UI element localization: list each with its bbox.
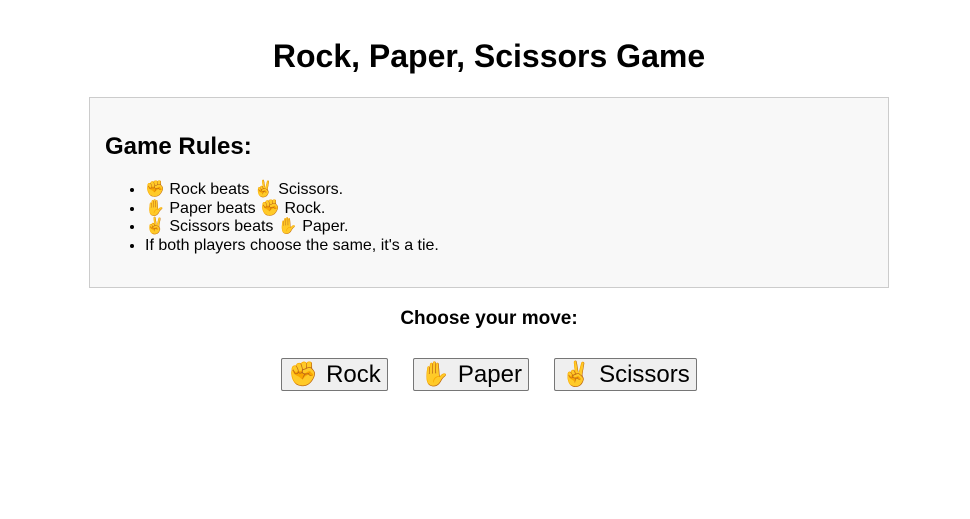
rules-list: ✊ Rock beats ✌️ Scissors. ✋ Paper beats … bbox=[105, 181, 439, 256]
rock-button[interactable]: ✊ Rock bbox=[281, 358, 388, 391]
rules-panel: Game Rules: ✊ Rock beats ✌️ Scissors. ✋ … bbox=[89, 97, 889, 288]
rule-text: Scissors. bbox=[273, 181, 344, 198]
rule-item-rock: ✊ Rock beats ✌️ Scissors. bbox=[145, 181, 439, 200]
rule-item-paper: ✋ Paper beats ✊ Rock. bbox=[145, 200, 439, 219]
scissors-button[interactable]: ✌️ Scissors bbox=[554, 358, 697, 391]
rule-item-scissors: ✌️ Scissors beats ✋ Paper. bbox=[145, 218, 439, 237]
victory-hand-icon: ✌️ bbox=[145, 218, 165, 236]
page-title: Rock, Paper, Scissors Game bbox=[272, 38, 706, 74]
raised-hand-icon: ✋ bbox=[420, 361, 450, 388]
rock-button-label: Rock bbox=[326, 360, 381, 388]
rule-item-tie: If both players choose the same, it's a … bbox=[145, 237, 439, 256]
fist-icon: ✊ bbox=[260, 199, 281, 217]
fist-icon: ✊ bbox=[145, 181, 165, 198]
move-prompt: Choose your move: bbox=[400, 308, 578, 329]
rule-text: Rock beats bbox=[164, 181, 254, 198]
raised-hand-icon: ✋ bbox=[145, 199, 165, 217]
paper-button-label: Paper bbox=[457, 360, 522, 388]
victory-hand-icon: ✌️ bbox=[561, 361, 592, 388]
rule-text: Paper. bbox=[297, 218, 349, 236]
rules-heading: Game Rules: bbox=[105, 133, 252, 160]
fist-icon: ✊ bbox=[288, 361, 319, 388]
victory-hand-icon: ✌️ bbox=[253, 181, 274, 198]
rule-text: Rock. bbox=[280, 199, 326, 217]
rule-text: Scissors beats bbox=[164, 218, 278, 236]
scissors-button-label: Scissors bbox=[599, 360, 690, 388]
rule-text: Paper beats bbox=[164, 199, 261, 217]
raised-hand-icon: ✋ bbox=[277, 218, 298, 236]
paper-button[interactable]: ✋ Paper bbox=[413, 358, 529, 391]
